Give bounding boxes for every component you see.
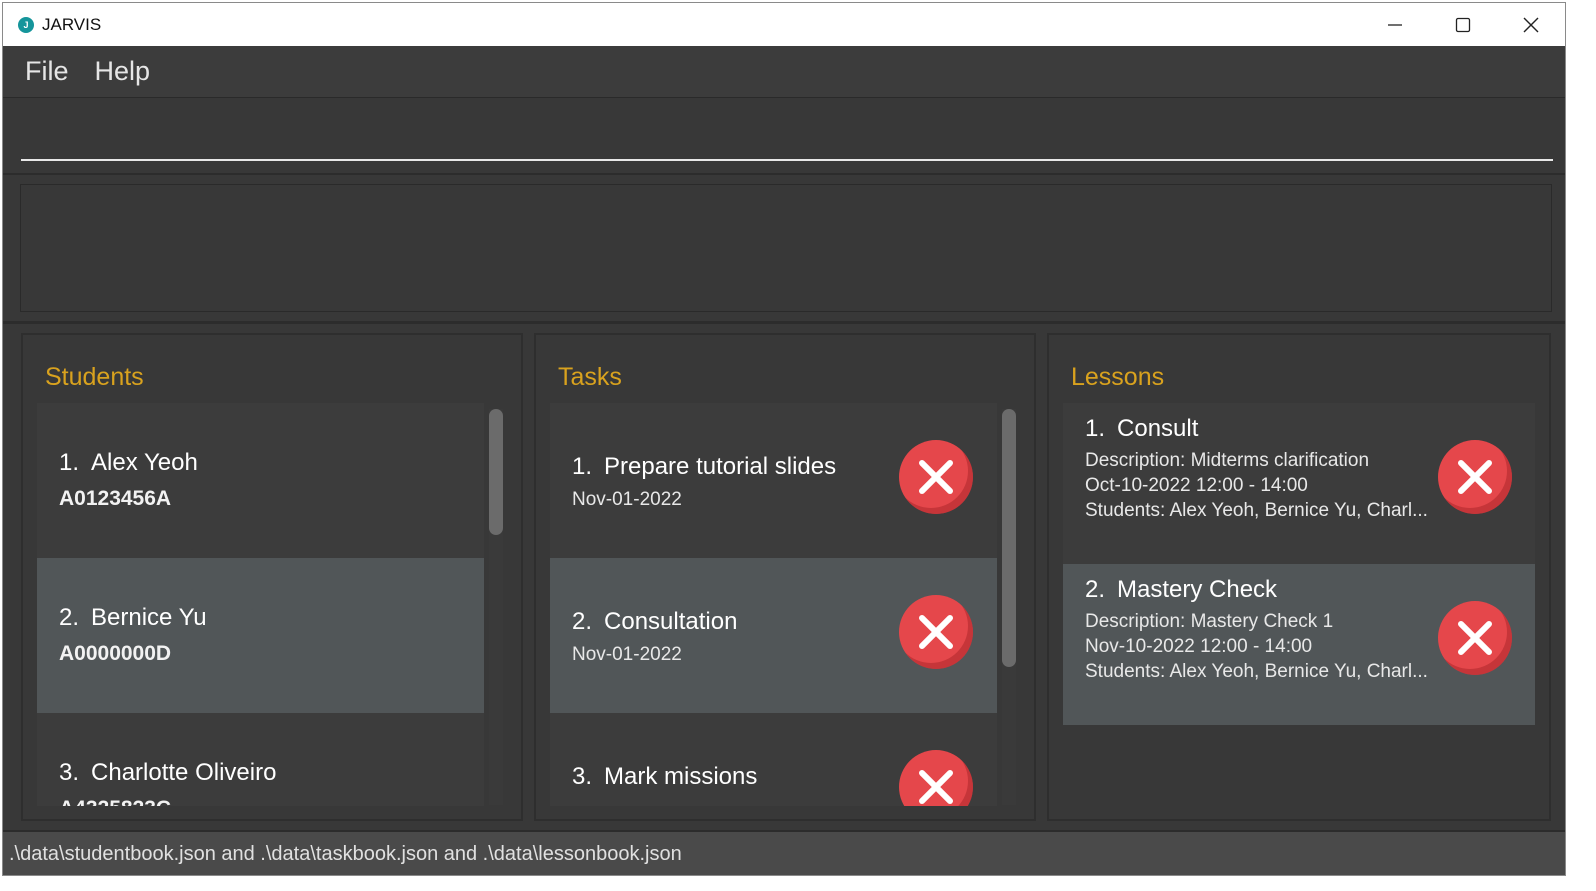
lesson-name-text: Mastery Check [1117,576,1278,603]
window-controls [1361,3,1565,46]
delete-task-button[interactable] [899,595,973,669]
tasks-list[interactable]: 1. Prepare tutorial slides Nov-01-2022 2.… [550,403,997,806]
app-window: J JARVIS File Help Students 1. Alex Yeoh… [2,2,1566,876]
close-window-button[interactable] [1497,3,1565,46]
lesson-name: 2. Mastery Check [1085,576,1277,604]
list-item[interactable]: 2. Bernice Yu A0000000D [37,558,484,713]
close-icon [1523,17,1539,32]
title-bar: J JARVIS [3,3,1565,46]
lesson-time: Oct-10-2022 12:00 - 14:00 [1085,475,1308,496]
task-name: 3. Mark missions [572,763,757,791]
list-item[interactable]: 1. Alex Yeoh A0123456A [37,403,484,558]
task-name-text: Mark missions [604,763,758,790]
maximize-icon [1455,17,1471,32]
lesson-name-text: Consult [1117,415,1199,442]
maximize-button[interactable] [1429,3,1497,46]
lesson-description: Description: Mastery Check 1 [1085,611,1334,632]
task-name-text: Consultation [604,608,738,635]
delete-lesson-button[interactable] [1438,601,1512,675]
lesson-time: Nov-10-2022 12:00 - 14:00 [1085,636,1313,657]
lesson-index: 2. [1085,576,1106,603]
list-item[interactable]: 1. Prepare tutorial slides Nov-01-2022 [550,403,997,558]
delete-lesson-button[interactable] [1438,440,1512,514]
scroll-thumb[interactable] [1002,409,1016,667]
jarvis-logo-icon: J [18,16,34,33]
list-item[interactable]: 1. Consult Description: Midterms clarific… [1063,403,1535,564]
student-name: 3. Charlotte Oliveiro [59,759,276,787]
student-name: 1. Alex Yeoh [59,449,198,477]
list-item[interactable]: 2. Mastery Check Description: Mastery Che… [1063,564,1535,725]
student-index: 3. [59,759,80,786]
task-name-text: Prepare tutorial slides [604,453,837,480]
list-item[interactable]: 3. Mark missions [550,713,997,806]
close-circle-icon [919,615,953,649]
lesson-description: Description: Midterms clarification [1085,450,1370,471]
students-panel: Students 1. Alex Yeoh A0123456A 2. Bernice… [21,333,523,821]
lesson-students: Students: Alex Yeoh, Bernice Yu, Charl..… [1085,500,1428,521]
close-circle-icon [1458,621,1492,655]
lessons-panel: Lessons 1. Consult Description: Midterms … [1047,333,1551,821]
task-date: Nov-01-2022 [572,644,682,665]
task-index: 2. [572,608,593,635]
task-name: 1. Prepare tutorial slides [572,453,836,481]
tasks-scrollbar[interactable] [1002,409,1016,805]
student-matric: A4325823C [59,797,171,806]
lessons-list[interactable]: 1. Consult Description: Midterms clarific… [1063,403,1535,806]
lessons-title: Lessons [1071,363,1165,391]
students-list[interactable]: 1. Alex Yeoh A0123456A 2. Bernice Yu A0000… [37,403,484,806]
app-title: JARVIS [42,14,102,34]
student-index: 2. [59,604,80,631]
menu-help[interactable]: Help [95,56,151,87]
lesson-name: 1. Consult [1085,415,1198,443]
minimize-button[interactable] [1361,3,1429,46]
student-index: 1. [59,449,80,476]
save-location-text: .\data\studentbook.json and .\data\taskb… [9,843,682,865]
student-name-text: Alex Yeoh [91,449,198,476]
task-index: 3. [572,763,593,790]
close-circle-icon [919,460,953,494]
delete-task-button[interactable] [899,750,973,806]
divider [3,321,1565,324]
task-index: 1. [572,453,593,480]
status-bar: .\data\studentbook.json and .\data\taskb… [3,830,1565,875]
command-input[interactable] [21,111,1553,161]
result-display [20,184,1552,312]
lesson-index: 1. [1085,415,1106,442]
close-circle-icon [919,770,953,804]
close-circle-icon [1458,460,1492,494]
student-matric: A0123456A [59,487,172,510]
tasks-panel: Tasks 1. Prepare tutorial slides Nov-01-2… [534,333,1036,821]
menu-file[interactable]: File [25,56,69,87]
scroll-thumb[interactable] [489,409,503,535]
student-name-text: Charlotte Oliveiro [91,759,277,786]
lesson-students: Students: Alex Yeoh, Bernice Yu, Charl..… [1085,661,1428,682]
student-name: 2. Bernice Yu [59,604,207,632]
student-name-text: Bernice Yu [91,604,207,631]
delete-task-button[interactable] [899,440,973,514]
student-matric: A0000000D [59,642,172,665]
menu-bar: File Help [3,46,1565,98]
task-date: Nov-01-2022 [572,489,682,510]
minimize-icon [1388,23,1402,26]
task-name: 2. Consultation [572,608,737,636]
command-box [3,99,1565,175]
students-scrollbar[interactable] [489,409,503,805]
students-title: Students [45,363,144,391]
tasks-title: Tasks [558,363,622,391]
list-item[interactable]: 3. Charlotte Oliveiro A4325823C [37,713,484,806]
list-item[interactable]: 2. Consultation Nov-01-2022 [550,558,997,713]
